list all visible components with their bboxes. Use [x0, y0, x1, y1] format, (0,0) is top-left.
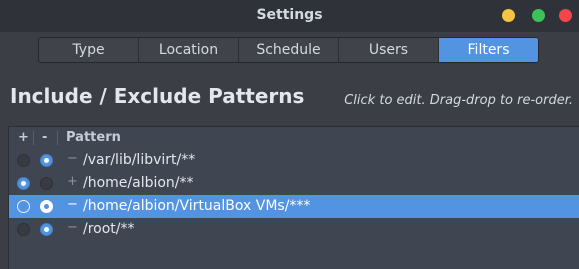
column-header-include[interactable]: + [18, 130, 29, 145]
tab-users[interactable]: Users [339, 38, 439, 62]
column-separator [57, 131, 58, 145]
maximize-button[interactable] [532, 9, 545, 22]
window-title: Settings [256, 7, 323, 23]
pattern-row-selected[interactable]: − /home/albion/VirtualBox VMs/*** [9, 195, 579, 218]
minus-icon: − [67, 220, 78, 235]
tab-schedule[interactable]: Schedule [239, 38, 339, 62]
minimize-button[interactable] [502, 9, 515, 22]
include-radio[interactable] [17, 177, 30, 190]
pattern-row[interactable]: − /var/lib/libvirt/** [9, 149, 579, 172]
list-header: + - Pattern [9, 127, 579, 149]
pattern-row[interactable]: − /root/** [9, 218, 579, 241]
column-separator [33, 131, 34, 145]
section-title: Include / Exclude Patterns [10, 84, 305, 108]
exclude-radio[interactable] [40, 154, 53, 167]
include-radio[interactable] [17, 154, 30, 167]
column-header-pattern[interactable]: Pattern [66, 130, 121, 145]
column-header-exclude[interactable]: - [42, 130, 47, 145]
title-bar: Settings [0, 0, 579, 32]
pattern-text[interactable]: /var/lib/libvirt/** [83, 152, 195, 168]
pattern-text[interactable]: /home/albion/** [83, 175, 194, 191]
exclude-radio[interactable] [40, 223, 53, 236]
minus-icon: − [67, 151, 78, 166]
tab-location[interactable]: Location [139, 38, 239, 62]
tab-type[interactable]: Type [39, 38, 139, 62]
pattern-list[interactable]: + - Pattern − /var/lib/libvirt/** + /hom… [8, 126, 579, 269]
pattern-text[interactable]: /root/** [83, 221, 135, 237]
exclude-radio[interactable] [40, 200, 53, 213]
exclude-radio[interactable] [40, 177, 53, 190]
tab-bar: Type Location Schedule Users Filters [38, 37, 539, 63]
pattern-row[interactable]: + /home/albion/** [9, 172, 579, 195]
minus-icon: − [67, 197, 78, 212]
close-button[interactable] [559, 9, 572, 22]
section-hint: Click to edit. Drag-drop to re-order. [344, 93, 573, 108]
plus-icon: + [67, 174, 78, 189]
include-radio[interactable] [17, 200, 30, 213]
include-radio[interactable] [17, 223, 30, 236]
tab-filters[interactable]: Filters [439, 38, 538, 62]
pattern-text[interactable]: /home/albion/VirtualBox VMs/*** [83, 198, 310, 214]
